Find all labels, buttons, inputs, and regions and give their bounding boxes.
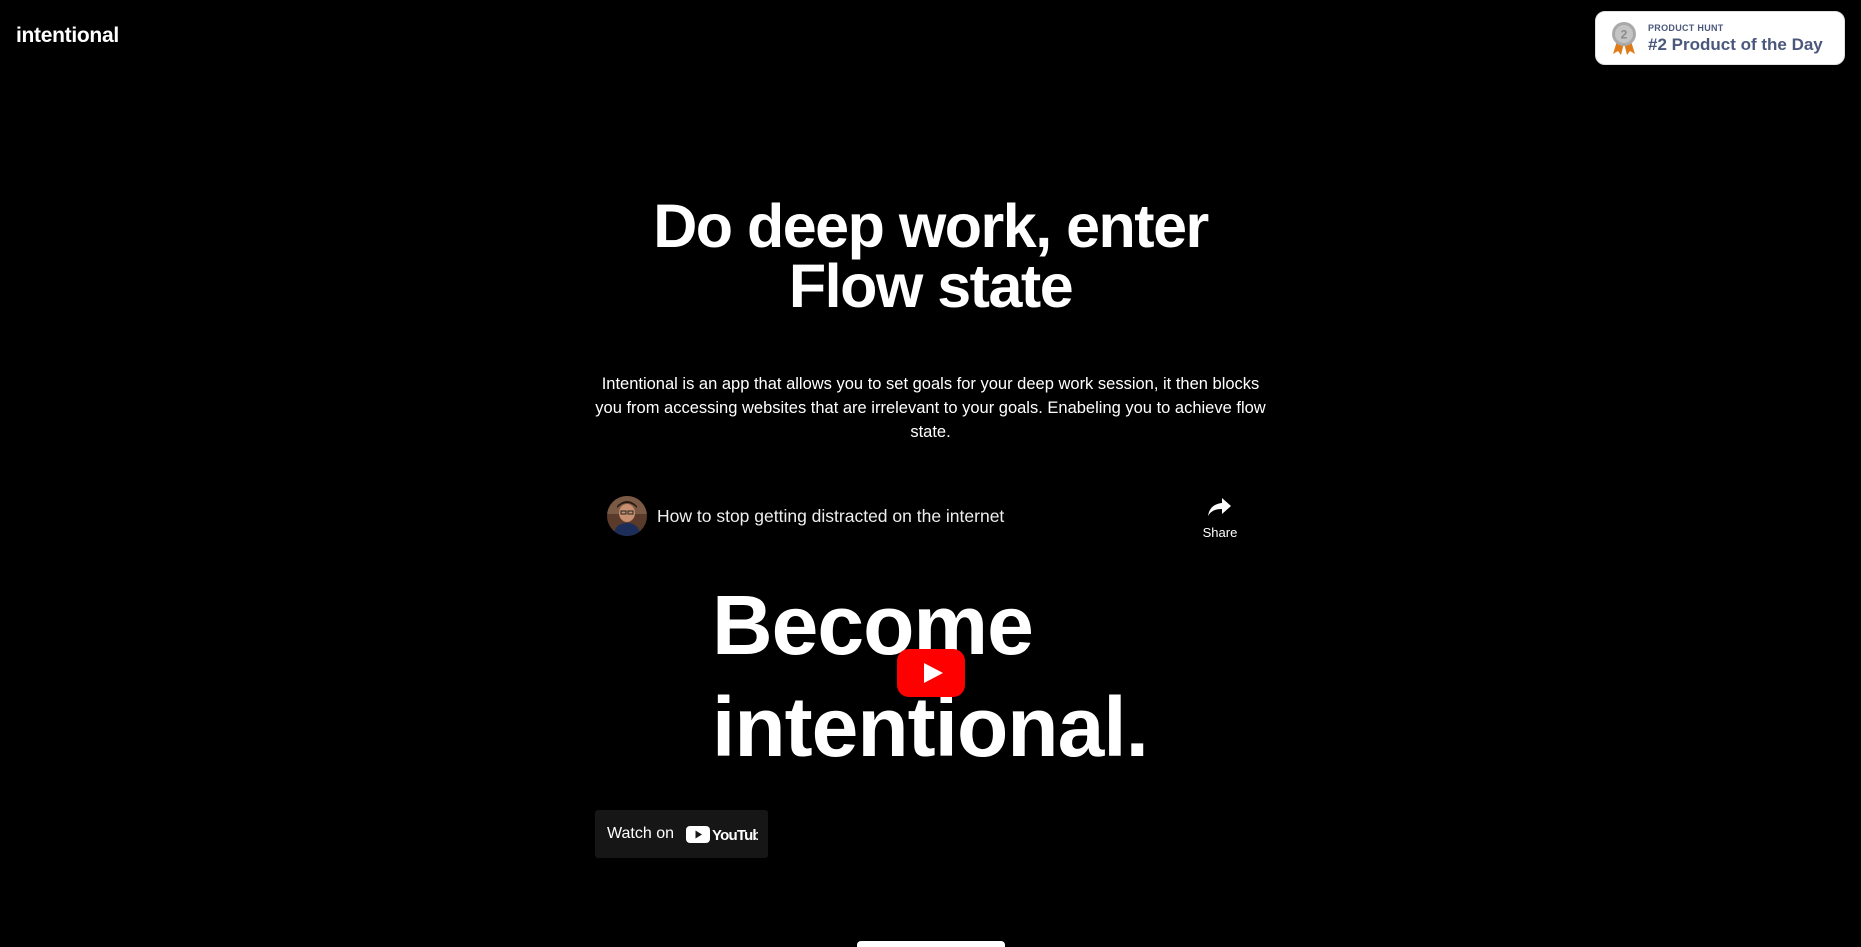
avatar-image — [607, 496, 647, 536]
watch-on-label: Watch on — [607, 825, 674, 842]
hero-title-line-1: Do deep work, enter — [653, 192, 1209, 260]
youtube-logo-icon — [686, 825, 710, 843]
page: intentional 2 PRODUCT HUNT #2 Product of… — [0, 0, 1861, 947]
hero-title-line-2: Flow state — [788, 252, 1074, 320]
cta-button[interactable] — [857, 941, 1005, 947]
video-title[interactable]: How to stop getting distracted on the in… — [657, 506, 1004, 527]
channel-avatar[interactable] — [607, 496, 647, 536]
medal-number: 2 — [1621, 28, 1628, 42]
share-icon — [1208, 498, 1231, 516]
youtube-video-embed[interactable]: How to stop getting distracted on the in… — [595, 482, 1266, 862]
medal-icon: 2 — [1612, 22, 1636, 55]
product-hunt-kicker: PRODUCT HUNT — [1648, 22, 1724, 33]
share-button[interactable]: Share — [1195, 496, 1245, 540]
hero-title: Do deep work, enter Flow state — [0, 192, 1861, 320]
watch-on-youtube-button[interactable]: Watch on YouTube — [595, 810, 768, 858]
product-hunt-title: #2 Product of the Day — [1648, 34, 1823, 54]
site-logo[interactable]: intentional — [16, 24, 119, 48]
play-button-icon[interactable] — [897, 649, 965, 697]
hero-description: Intentional is an app that allows you to… — [595, 375, 1266, 441]
product-hunt-badge[interactable]: 2 PRODUCT HUNT #2 Product of the Day — [1595, 11, 1845, 65]
share-label: Share — [1202, 525, 1238, 540]
youtube-wordmark: YouTube — [712, 827, 758, 843]
youtube-wordmark-text: YouTube — [712, 827, 758, 843]
